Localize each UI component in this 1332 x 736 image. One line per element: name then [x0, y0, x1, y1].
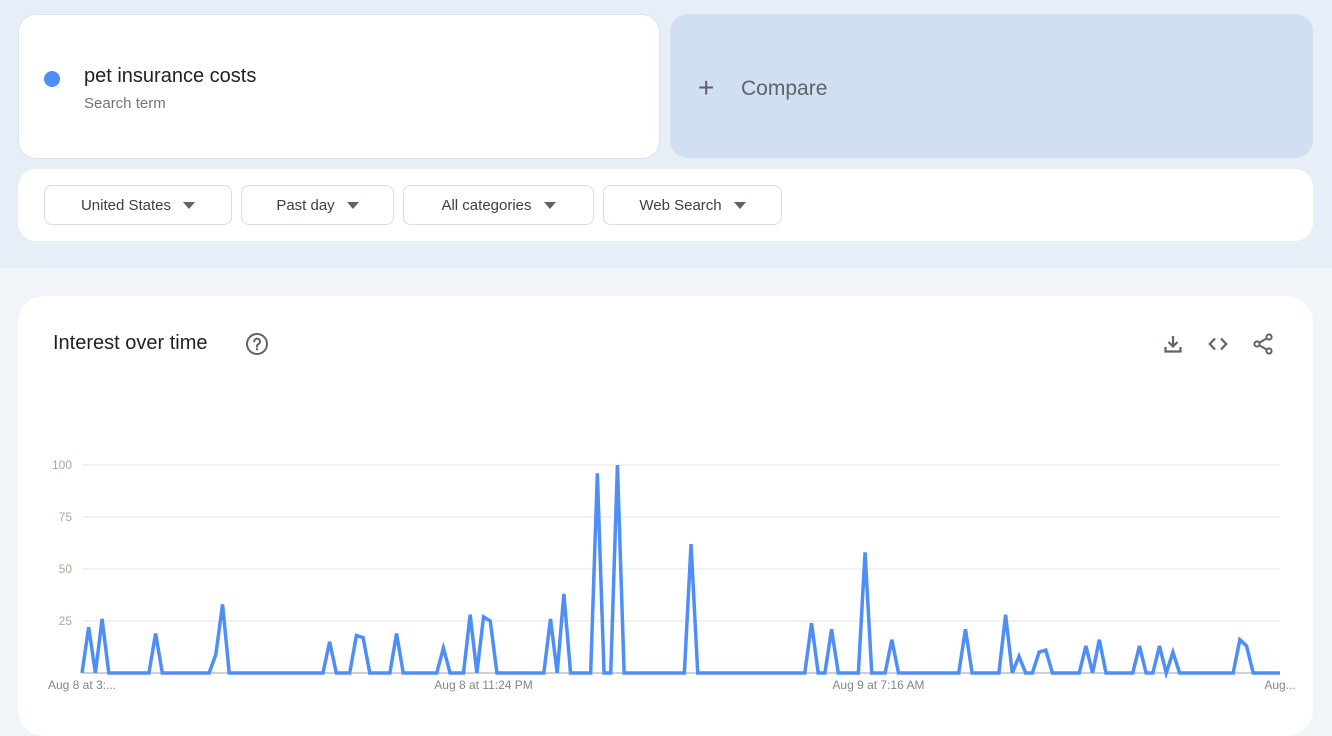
x-tick-label: Aug 9 at 7:16 AM [832, 678, 924, 692]
y-tick-label: 100 [52, 458, 72, 472]
x-tick-label: Aug 8 at 11:24 PM [434, 678, 533, 692]
y-tick-label: 75 [59, 510, 73, 524]
filter-region[interactable]: United States [44, 185, 232, 225]
x-tick-label: Aug 8 at 3:... [48, 678, 116, 692]
x-tick-label: Aug... [1264, 678, 1295, 692]
y-tick-label: 50 [59, 562, 73, 576]
compare-button[interactable]: + Compare [670, 14, 1313, 158]
filter-search-type[interactable]: Web Search [603, 185, 782, 225]
caret-down-icon [346, 201, 359, 209]
compare-label: Compare [741, 77, 828, 100]
filter-category-label: All categories [441, 196, 532, 214]
filter-search-type-label: Web Search [639, 196, 722, 214]
filter-category[interactable]: All categories [403, 185, 594, 225]
filter-time-range[interactable]: Past day [241, 185, 394, 225]
filter-region-label: United States [80, 196, 172, 214]
caret-down-icon [733, 201, 746, 209]
plus-icon: + [698, 72, 715, 103]
caret-down-icon [183, 201, 196, 209]
filter-time-range-label: Past day [276, 196, 335, 214]
interest-line-chart: 25 50 75 100 Aug 8 at 3:... Aug 8 at 11:24 P… [48, 458, 1296, 692]
y-tick-label: 25 [59, 614, 73, 628]
filter-bar: United States Past day All categories We… [18, 169, 1313, 241]
term-color-dot [44, 71, 60, 87]
search-term-subtitle: Search term [84, 95, 166, 112]
search-term-card[interactable]: pet insurance costs Search term [18, 14, 660, 159]
search-term-name[interactable]: pet insurance costs [84, 65, 256, 88]
caret-down-icon [543, 201, 556, 209]
interest-over-time-card: Interest over time 25 50 75 100 Aug 8 at 3:… [18, 296, 1313, 736]
